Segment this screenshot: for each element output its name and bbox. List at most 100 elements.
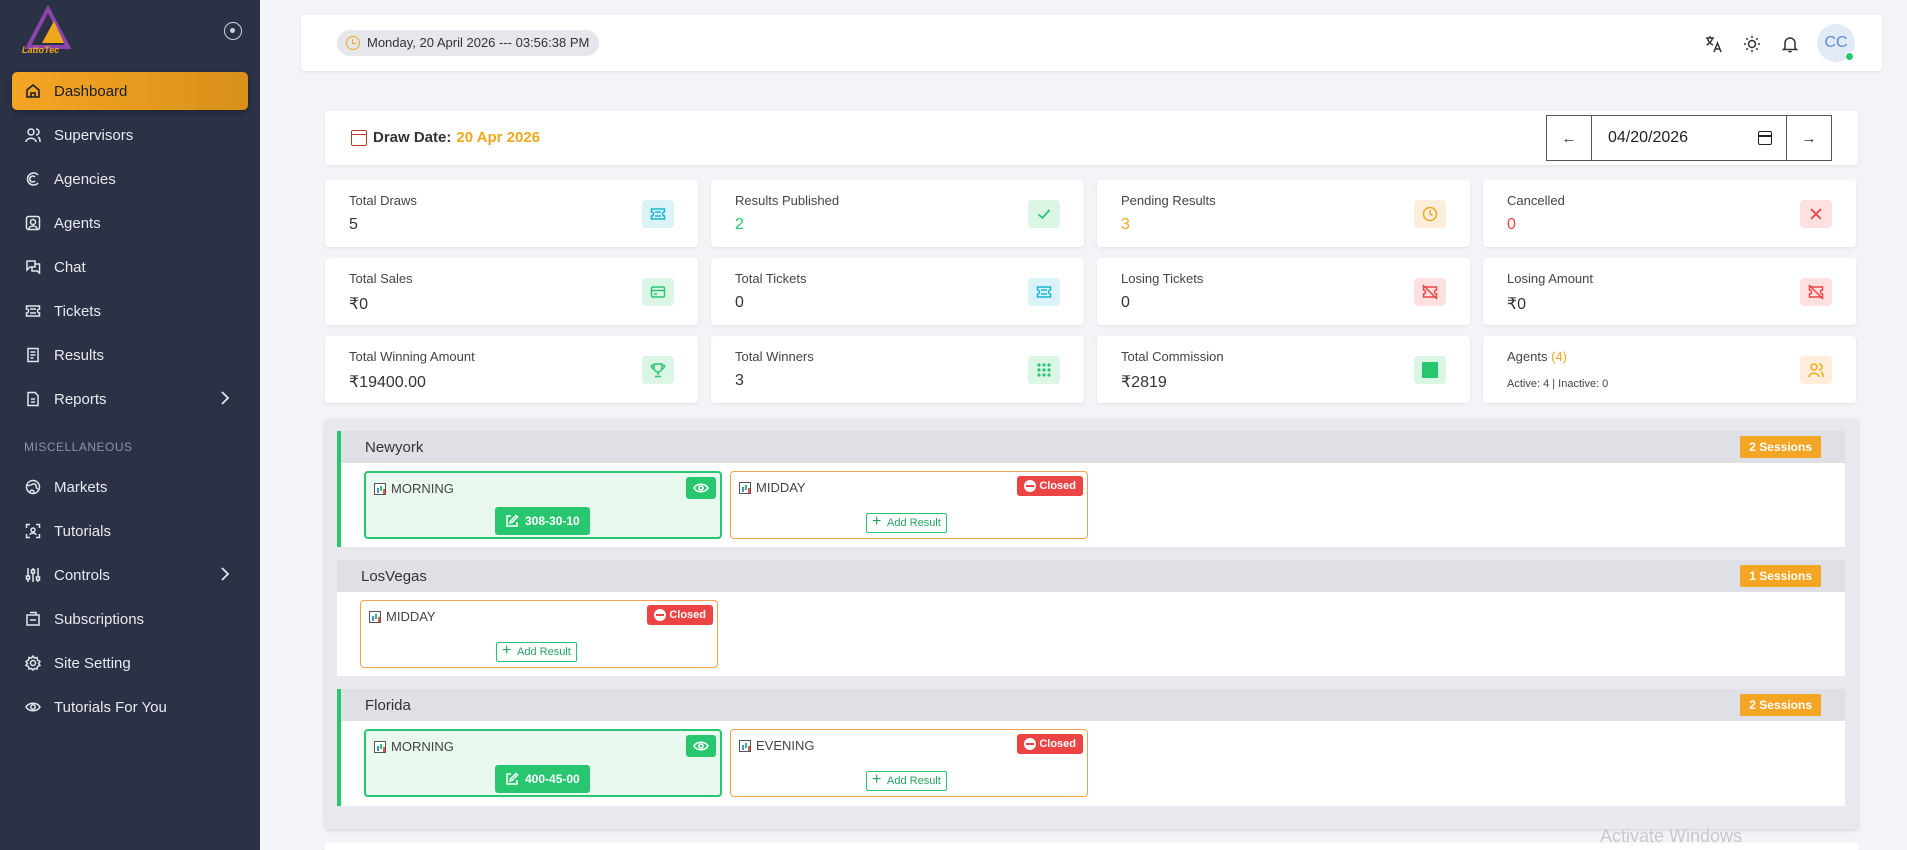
market-newyork: Newyork 2 Sessions MORNING 308-30-10 MID… bbox=[337, 431, 1845, 547]
users-icon bbox=[1800, 356, 1832, 384]
market-name: LosVegas bbox=[361, 568, 427, 585]
agents-status: Active: 4 | Inactive: 0 bbox=[1507, 378, 1609, 390]
stat-title: Cancelled bbox=[1507, 193, 1565, 208]
gear-icon bbox=[24, 654, 42, 672]
sessions-badge: 2 Sessions bbox=[1740, 694, 1821, 716]
stat-card: Cancelled 0 bbox=[1483, 180, 1856, 247]
sidebar-item-site-setting[interactable]: Site Setting bbox=[12, 644, 248, 682]
eye-icon bbox=[693, 741, 709, 751]
eye-icon bbox=[24, 698, 42, 716]
sidebar-item-label: Agents bbox=[54, 214, 101, 232]
sidebar-item-supervisors[interactable]: Supervisors bbox=[12, 116, 248, 154]
stat-title: Losing Tickets bbox=[1121, 271, 1204, 286]
stat-title: Losing Amount bbox=[1507, 271, 1594, 286]
sidebar-toggle-icon[interactable] bbox=[224, 22, 242, 40]
sidebar-item-markets[interactable]: Markets bbox=[12, 468, 248, 506]
market-name: Newyork bbox=[365, 439, 424, 456]
sidebar-item-tutorials-for-you[interactable]: Tutorials For You bbox=[12, 688, 248, 726]
calendar-picker-icon[interactable] bbox=[1758, 131, 1772, 145]
stat-title: Total Sales bbox=[349, 271, 413, 286]
add-result-button[interactable]: Add Result bbox=[866, 513, 947, 533]
clock-icon bbox=[346, 36, 360, 50]
draw-date-value: 20 Apr 2026 bbox=[456, 129, 541, 146]
stat-title: Total Tickets bbox=[735, 271, 807, 286]
add-result-button[interactable]: Add Result bbox=[496, 642, 577, 662]
session-card[interactable]: MIDDAY Closed Add Result bbox=[360, 600, 718, 668]
session-name: MIDDAY bbox=[756, 480, 806, 495]
sun-icon[interactable] bbox=[1741, 33, 1763, 55]
avatar[interactable]: CC bbox=[1817, 24, 1855, 62]
square-icon bbox=[1414, 356, 1446, 384]
chevron-right-icon bbox=[220, 567, 230, 585]
sidebar-item-label: Site Setting bbox=[54, 654, 131, 672]
agents-title: Agents bbox=[1507, 349, 1548, 364]
stat-title: Agents (4) bbox=[1507, 349, 1567, 364]
stat-value: ₹0 bbox=[349, 296, 369, 313]
check-icon bbox=[1028, 200, 1060, 228]
edit-icon bbox=[506, 772, 519, 785]
agents-count: (4) bbox=[1551, 349, 1567, 364]
stat-value: ₹19400.00 bbox=[349, 374, 426, 391]
sidebar-item-agents[interactable]: Agents bbox=[12, 204, 248, 242]
session-name: MORNING bbox=[391, 739, 454, 754]
sidebar-item-reports[interactable]: Reports bbox=[12, 380, 248, 418]
sidebar-item-results[interactable]: Results bbox=[12, 336, 248, 374]
session-card[interactable]: MIDDAY Closed Add Result bbox=[730, 471, 1088, 539]
date-input[interactable]: 04/20/2026 bbox=[1592, 115, 1786, 161]
add-result-button[interactable]: Add Result bbox=[866, 771, 947, 791]
session-card[interactable]: EVENING Closed Add Result bbox=[730, 729, 1088, 797]
chart-icon bbox=[374, 482, 386, 495]
reports-icon bbox=[24, 390, 42, 408]
sidebar-item-label: Agencies bbox=[54, 170, 116, 188]
session-name: MORNING bbox=[391, 481, 454, 496]
view-result-button[interactable] bbox=[686, 477, 716, 499]
date-navigator: ← 04/20/2026 → bbox=[1546, 115, 1832, 161]
session-card[interactable]: MORNING 400-45-00 bbox=[364, 729, 722, 797]
next-date-button[interactable]: → bbox=[1786, 115, 1832, 161]
market-header: LosVegas 1 Sessions bbox=[337, 560, 1845, 592]
users-icon bbox=[24, 126, 42, 144]
prev-date-button[interactable]: ← bbox=[1546, 115, 1592, 161]
session-name: MIDDAY bbox=[386, 609, 436, 624]
date-input-value: 04/20/2026 bbox=[1608, 129, 1689, 146]
stat-title: Total Winning Amount bbox=[349, 349, 475, 364]
sidebar-item-dashboard[interactable]: Dashboard bbox=[12, 72, 248, 110]
draw-date-label: Draw Date: 20 Apr 2026 bbox=[351, 129, 540, 146]
markets-panel: Newyork 2 Sessions MORNING 308-30-10 MID… bbox=[325, 419, 1858, 829]
calendar-icon bbox=[351, 129, 367, 146]
ticket-off-icon bbox=[1800, 278, 1832, 306]
session-card[interactable]: MORNING 308-30-10 bbox=[364, 471, 722, 539]
clock-icon bbox=[1414, 200, 1446, 228]
translate-icon[interactable] bbox=[1703, 33, 1725, 55]
session-title: MIDDAY bbox=[369, 609, 436, 624]
market-header: Newyork 2 Sessions bbox=[341, 431, 1845, 463]
session-name: EVENING bbox=[756, 738, 815, 753]
sidebar-item-label: Controls bbox=[54, 566, 110, 584]
sidebar-item-label: Supervisors bbox=[54, 126, 134, 144]
chart-icon bbox=[739, 739, 751, 752]
sidebar-item-controls[interactable]: Controls bbox=[12, 556, 248, 594]
sidebar-item-label: Tickets bbox=[54, 302, 101, 320]
stat-card: Total Winning Amount ₹19400.00 bbox=[325, 336, 698, 403]
stat-title: Total Commission bbox=[1121, 349, 1224, 364]
stat-title: Total Winners bbox=[735, 349, 814, 364]
draw-date-title: Draw Date: bbox=[373, 129, 452, 146]
sidebar-item-label: Tutorials bbox=[54, 522, 111, 540]
stat-value: 0 bbox=[1507, 216, 1516, 233]
os-watermark: Activate Windows bbox=[1600, 826, 1743, 846]
edit-result-button[interactable]: 400-45-00 bbox=[495, 765, 590, 793]
sessions-badge: 2 Sessions bbox=[1740, 436, 1821, 458]
view-result-button[interactable] bbox=[686, 735, 716, 757]
globe-icon bbox=[24, 478, 42, 496]
sidebar-item-tutorials[interactable]: Tutorials bbox=[12, 512, 248, 550]
sidebar-item-tickets[interactable]: Tickets bbox=[12, 292, 248, 330]
sidebar-item-agencies[interactable]: Agencies bbox=[12, 160, 248, 198]
sidebar-item-chat[interactable]: Chat bbox=[12, 248, 248, 286]
stat-title: Total Draws bbox=[349, 193, 417, 208]
datetime-pill: Monday, 20 April 2026 --- 03:56:38 PM bbox=[337, 30, 600, 56]
sidebar-item-subscriptions[interactable]: Subscriptions bbox=[12, 600, 248, 638]
x-icon bbox=[1800, 200, 1832, 228]
bell-icon[interactable] bbox=[1779, 33, 1801, 55]
sidebar-item-label: Results bbox=[54, 346, 105, 364]
edit-result-button[interactable]: 308-30-10 bbox=[495, 507, 590, 535]
